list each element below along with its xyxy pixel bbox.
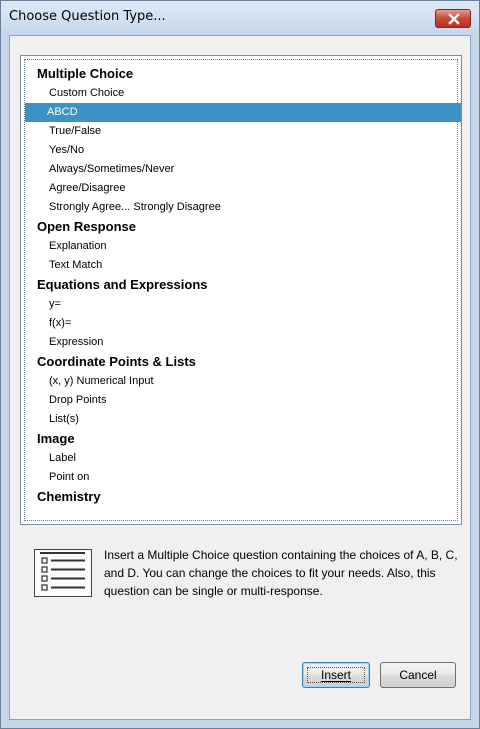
insert-button-label: Insert: [320, 668, 351, 682]
multiple-choice-list-icon: [34, 549, 92, 597]
title-bar[interactable]: Choose Question Type...: [1, 1, 479, 35]
list-item[interactable]: Expression: [27, 333, 459, 352]
list-item[interactable]: Point on: [27, 468, 459, 487]
question-type-list[interactable]: Multiple Choice Custom Choice ABCD True/Fal…: [20, 55, 462, 525]
question-type-description: Insert a Multiple Choice question contai…: [104, 548, 458, 598]
list-item[interactable]: f(x)=: [27, 314, 459, 333]
list-item[interactable]: Strongly Agree... Strongly Disagree: [27, 198, 459, 217]
list-item[interactable]: Explanation: [27, 237, 459, 256]
list-item[interactable]: Always/Sometimes/Never: [27, 160, 459, 179]
list-item[interactable]: Yes/No: [27, 141, 459, 160]
dialog-title: Choose Question Type...: [9, 9, 166, 24]
list-item[interactable]: Drop Points: [27, 391, 459, 410]
list-item[interactable]: (x, y) Numerical Input: [27, 372, 459, 391]
list-item[interactable]: y=: [27, 295, 459, 314]
close-button[interactable]: [435, 9, 471, 28]
list-item[interactable]: ABCD: [25, 103, 461, 122]
list-item[interactable]: True/False: [27, 122, 459, 141]
category-header: Image: [37, 431, 75, 446]
category-header: Equations and Expressions: [37, 277, 208, 292]
list-item[interactable]: List(s): [27, 410, 459, 429]
close-icon: [448, 13, 460, 25]
category-header: Chemistry: [37, 489, 101, 504]
category-header: Coordinate Points & Lists: [37, 354, 196, 369]
cancel-button[interactable]: Cancel: [380, 662, 456, 688]
insert-button[interactable]: Insert: [302, 662, 370, 688]
list-item[interactable]: Label: [27, 449, 459, 468]
category-header: Open Response: [37, 219, 136, 234]
list-item[interactable]: Text Match: [27, 256, 459, 275]
cancel-button-label: Cancel: [399, 668, 437, 682]
list-item[interactable]: Custom Choice: [27, 84, 459, 103]
category-header: Multiple Choice: [37, 66, 134, 81]
list-item[interactable]: Agree/Disagree: [27, 179, 459, 198]
